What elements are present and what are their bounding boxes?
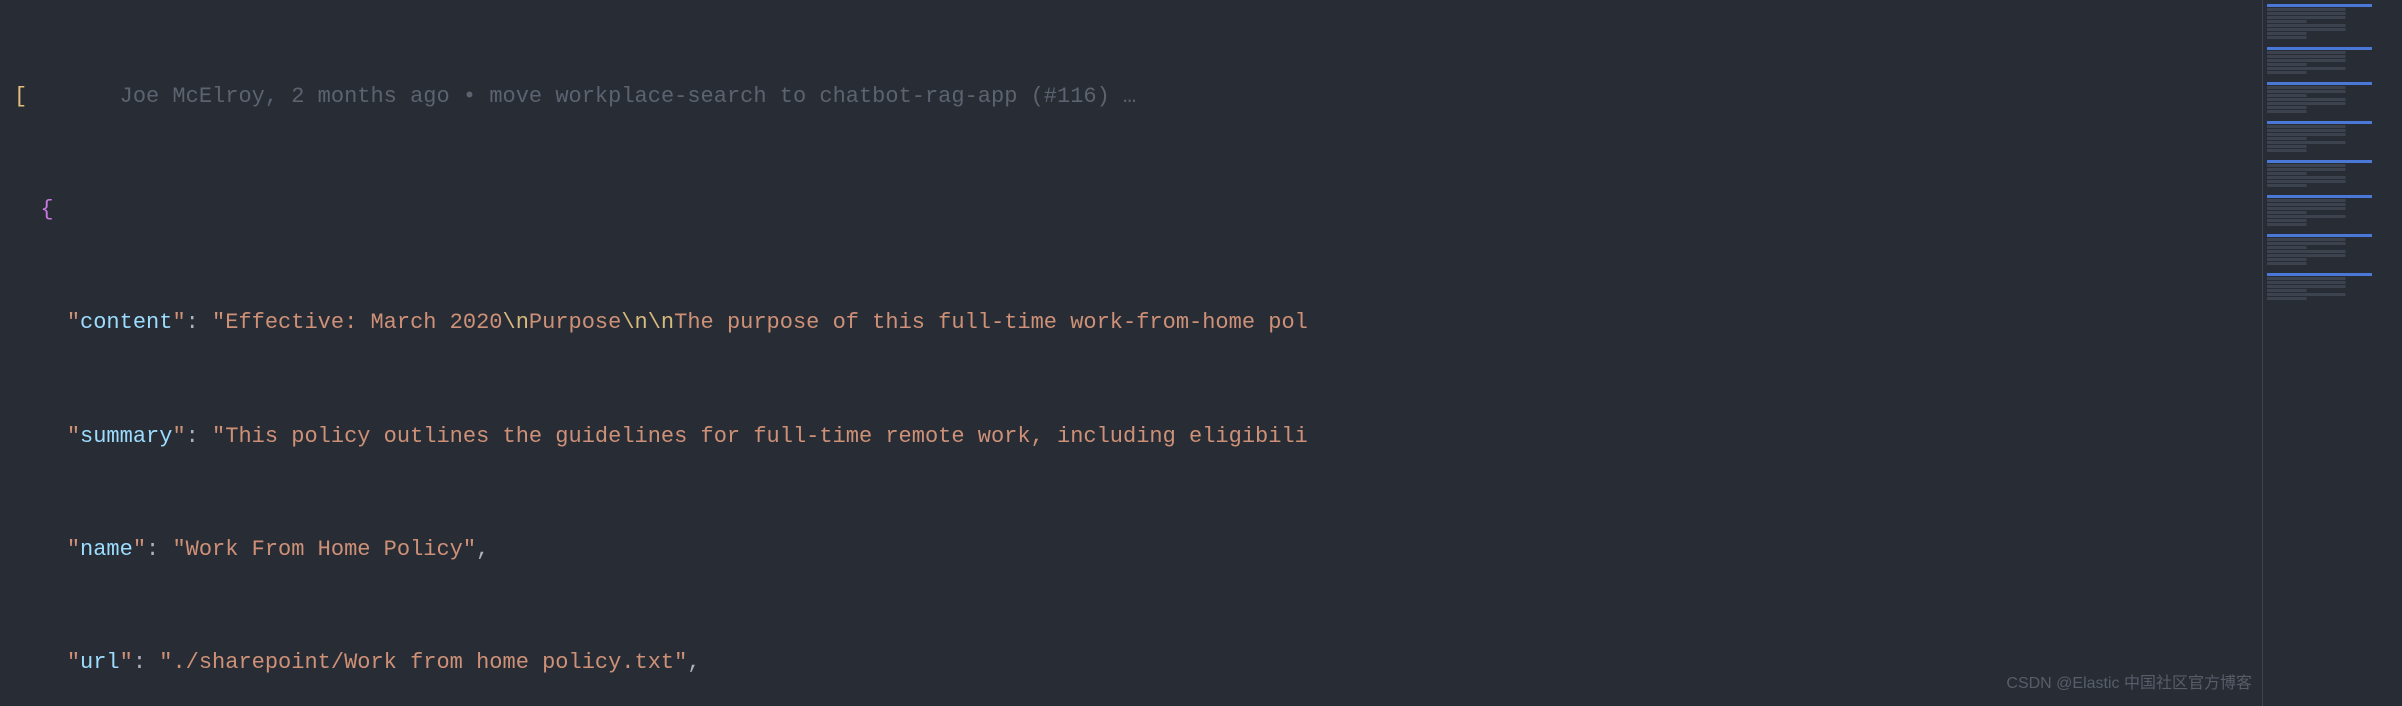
line-summary: "summary": "This policy outlines the gui… xyxy=(14,418,2262,456)
line-url: "url": "./sharepoint/Work from home poli… xyxy=(14,644,2262,682)
line-name: "name": "Work From Home Policy", xyxy=(14,531,2262,569)
editor-container: [ Joe McElroy, 2 months ago • move workp… xyxy=(0,0,2402,706)
line-object-open: { xyxy=(14,191,2262,229)
line-content: "content": "Effective: March 2020\nPurpo… xyxy=(14,304,2262,342)
watermark: CSDN @Elastic 中国社区官方博客 xyxy=(2006,670,2252,698)
minimap[interactable] xyxy=(2262,0,2402,706)
line-array-open: [ Joe McElroy, 2 months ago • move workp… xyxy=(14,78,2262,116)
git-blame-annotation: Joe McElroy, 2 months ago • move workpla… xyxy=(27,84,1136,109)
code-area[interactable]: [ Joe McElroy, 2 months ago • move workp… xyxy=(0,0,2262,706)
